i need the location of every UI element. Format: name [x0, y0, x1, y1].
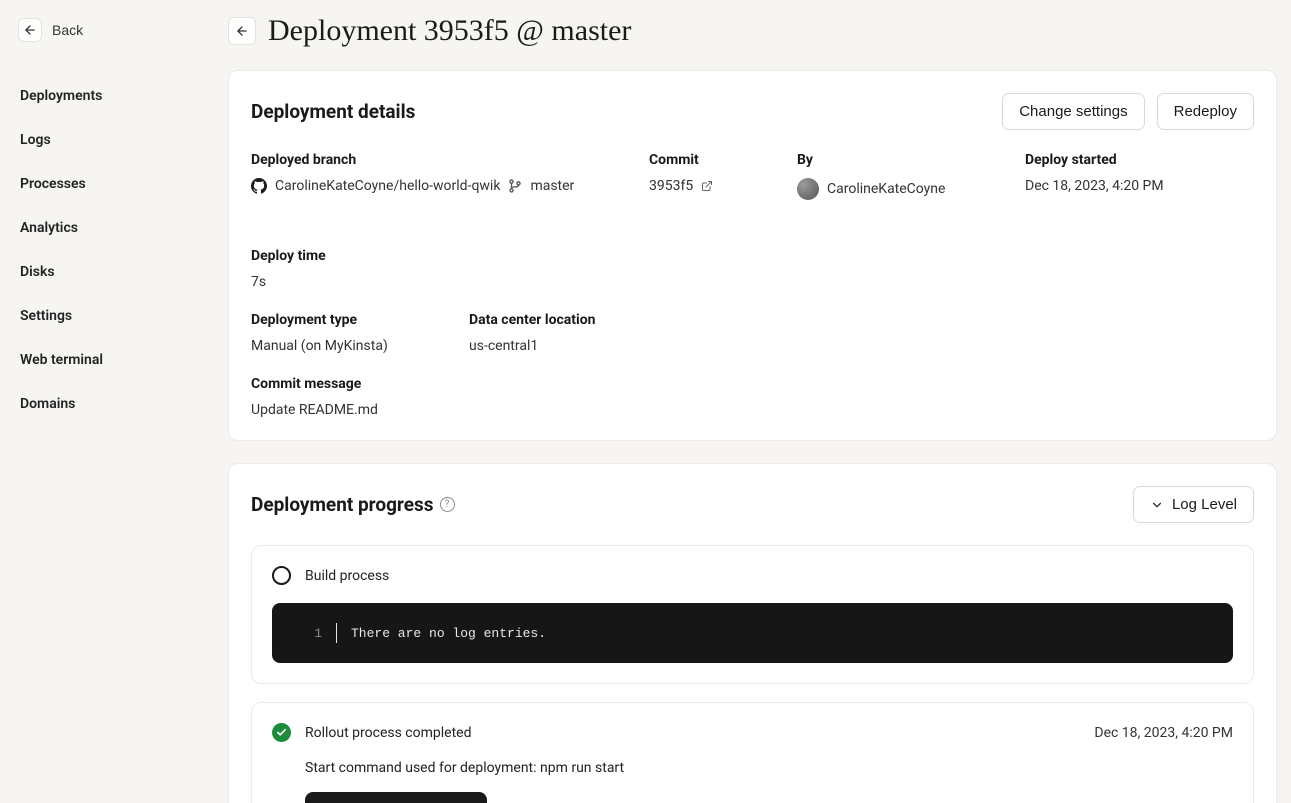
- value-deployment-type: Manual (on MyKinsta): [251, 338, 421, 354]
- redeploy-button[interactable]: Redeploy: [1157, 93, 1254, 130]
- arrow-left-icon: [18, 18, 42, 42]
- check-circle-icon: [272, 723, 291, 742]
- help-icon[interactable]: ?: [440, 497, 455, 512]
- value-data-center: us-central1: [469, 338, 669, 354]
- external-link-icon: [701, 180, 713, 192]
- sidebar-item-domains[interactable]: Domains: [12, 386, 216, 422]
- label-deploy-started: Deploy started: [1025, 152, 1205, 168]
- sidebar-back-button[interactable]: Back: [12, 14, 89, 46]
- repo-name: CarolineKateCoyne/hello-world-qwik: [275, 178, 500, 194]
- sidebar-item-processes[interactable]: Processes: [12, 166, 216, 202]
- log-divider: [336, 623, 337, 643]
- label-deployment-type: Deployment type: [251, 312, 421, 328]
- sidebar-back-label: Back: [52, 22, 83, 38]
- build-process-title: Build process: [305, 568, 389, 584]
- sidebar-item-web-terminal[interactable]: Web terminal: [12, 342, 216, 378]
- sidebar-item-deployments[interactable]: Deployments: [12, 78, 216, 114]
- page-title: Deployment 3953f5 @ master: [268, 14, 631, 48]
- avatar: [797, 178, 819, 200]
- label-by: By: [797, 152, 977, 168]
- progress-card-title: Deployment progress: [251, 493, 434, 516]
- log-line-number: 1: [296, 626, 322, 641]
- rollout-start-cmd-text: Start command used for deployment: npm r…: [305, 760, 1233, 776]
- label-commit: Commit: [649, 152, 749, 168]
- sidebar-item-analytics[interactable]: Analytics: [12, 210, 216, 246]
- value-deployed-branch: CarolineKateCoyne/hello-world-qwik maste…: [251, 178, 601, 194]
- label-deployed-branch: Deployed branch: [251, 152, 601, 168]
- value-by: CarolineKateCoyne: [797, 178, 977, 200]
- nav-list: Deployments Logs Processes Analytics Dis…: [12, 78, 216, 422]
- branch-name: master: [530, 178, 574, 194]
- rollout-process-title: Rollout process completed: [305, 725, 471, 741]
- chevron-down-icon: [1150, 498, 1164, 512]
- sidebar: Back Deployments Logs Processes Analytic…: [0, 0, 228, 803]
- log-text: There are no log entries.: [351, 626, 546, 641]
- label-deploy-time: Deploy time: [251, 248, 351, 264]
- label-data-center: Data center location: [469, 312, 669, 328]
- value-deploy-started: Dec 18, 2023, 4:20 PM: [1025, 178, 1205, 194]
- rollout-timestamp: Dec 18, 2023, 4:20 PM: [1094, 725, 1233, 741]
- label-commit-message: Commit message: [251, 376, 378, 392]
- rollout-process-step: Rollout process completed Dec 18, 2023, …: [251, 702, 1254, 803]
- circle-icon: [272, 566, 291, 585]
- sidebar-item-logs[interactable]: Logs: [12, 122, 216, 158]
- build-process-step: Build process 1 There are no log entries…: [251, 545, 1254, 684]
- sidebar-item-settings[interactable]: Settings: [12, 298, 216, 334]
- github-icon: [251, 178, 267, 194]
- arrow-left-icon: [235, 24, 249, 38]
- deployment-details-card: Deployment details Change settings Redep…: [228, 70, 1277, 441]
- value-deploy-time: 7s: [251, 274, 351, 290]
- sidebar-item-disks[interactable]: Disks: [12, 254, 216, 290]
- git-branch-icon: [508, 179, 522, 193]
- log-output: 1 There are no log entries.: [272, 603, 1233, 663]
- details-card-title: Deployment details: [251, 100, 415, 123]
- deployment-progress-card: Deployment progress ? Log Level Build pr…: [228, 463, 1277, 803]
- log-level-button[interactable]: Log Level: [1133, 486, 1254, 523]
- by-user: CarolineKateCoyne: [827, 181, 945, 197]
- edit-start-command-button[interactable]: Edit Start Command: [305, 792, 487, 803]
- value-commit[interactable]: 3953f5: [649, 178, 749, 194]
- change-settings-button[interactable]: Change settings: [1002, 93, 1144, 130]
- log-level-label: Log Level: [1172, 496, 1237, 513]
- value-commit-message: Update README.md: [251, 402, 378, 418]
- page-back-button[interactable]: [228, 17, 256, 45]
- page-header: Deployment 3953f5 @ master: [228, 14, 1277, 48]
- main-content: Deployment 3953f5 @ master Deployment de…: [228, 0, 1291, 803]
- commit-hash: 3953f5: [649, 178, 693, 194]
